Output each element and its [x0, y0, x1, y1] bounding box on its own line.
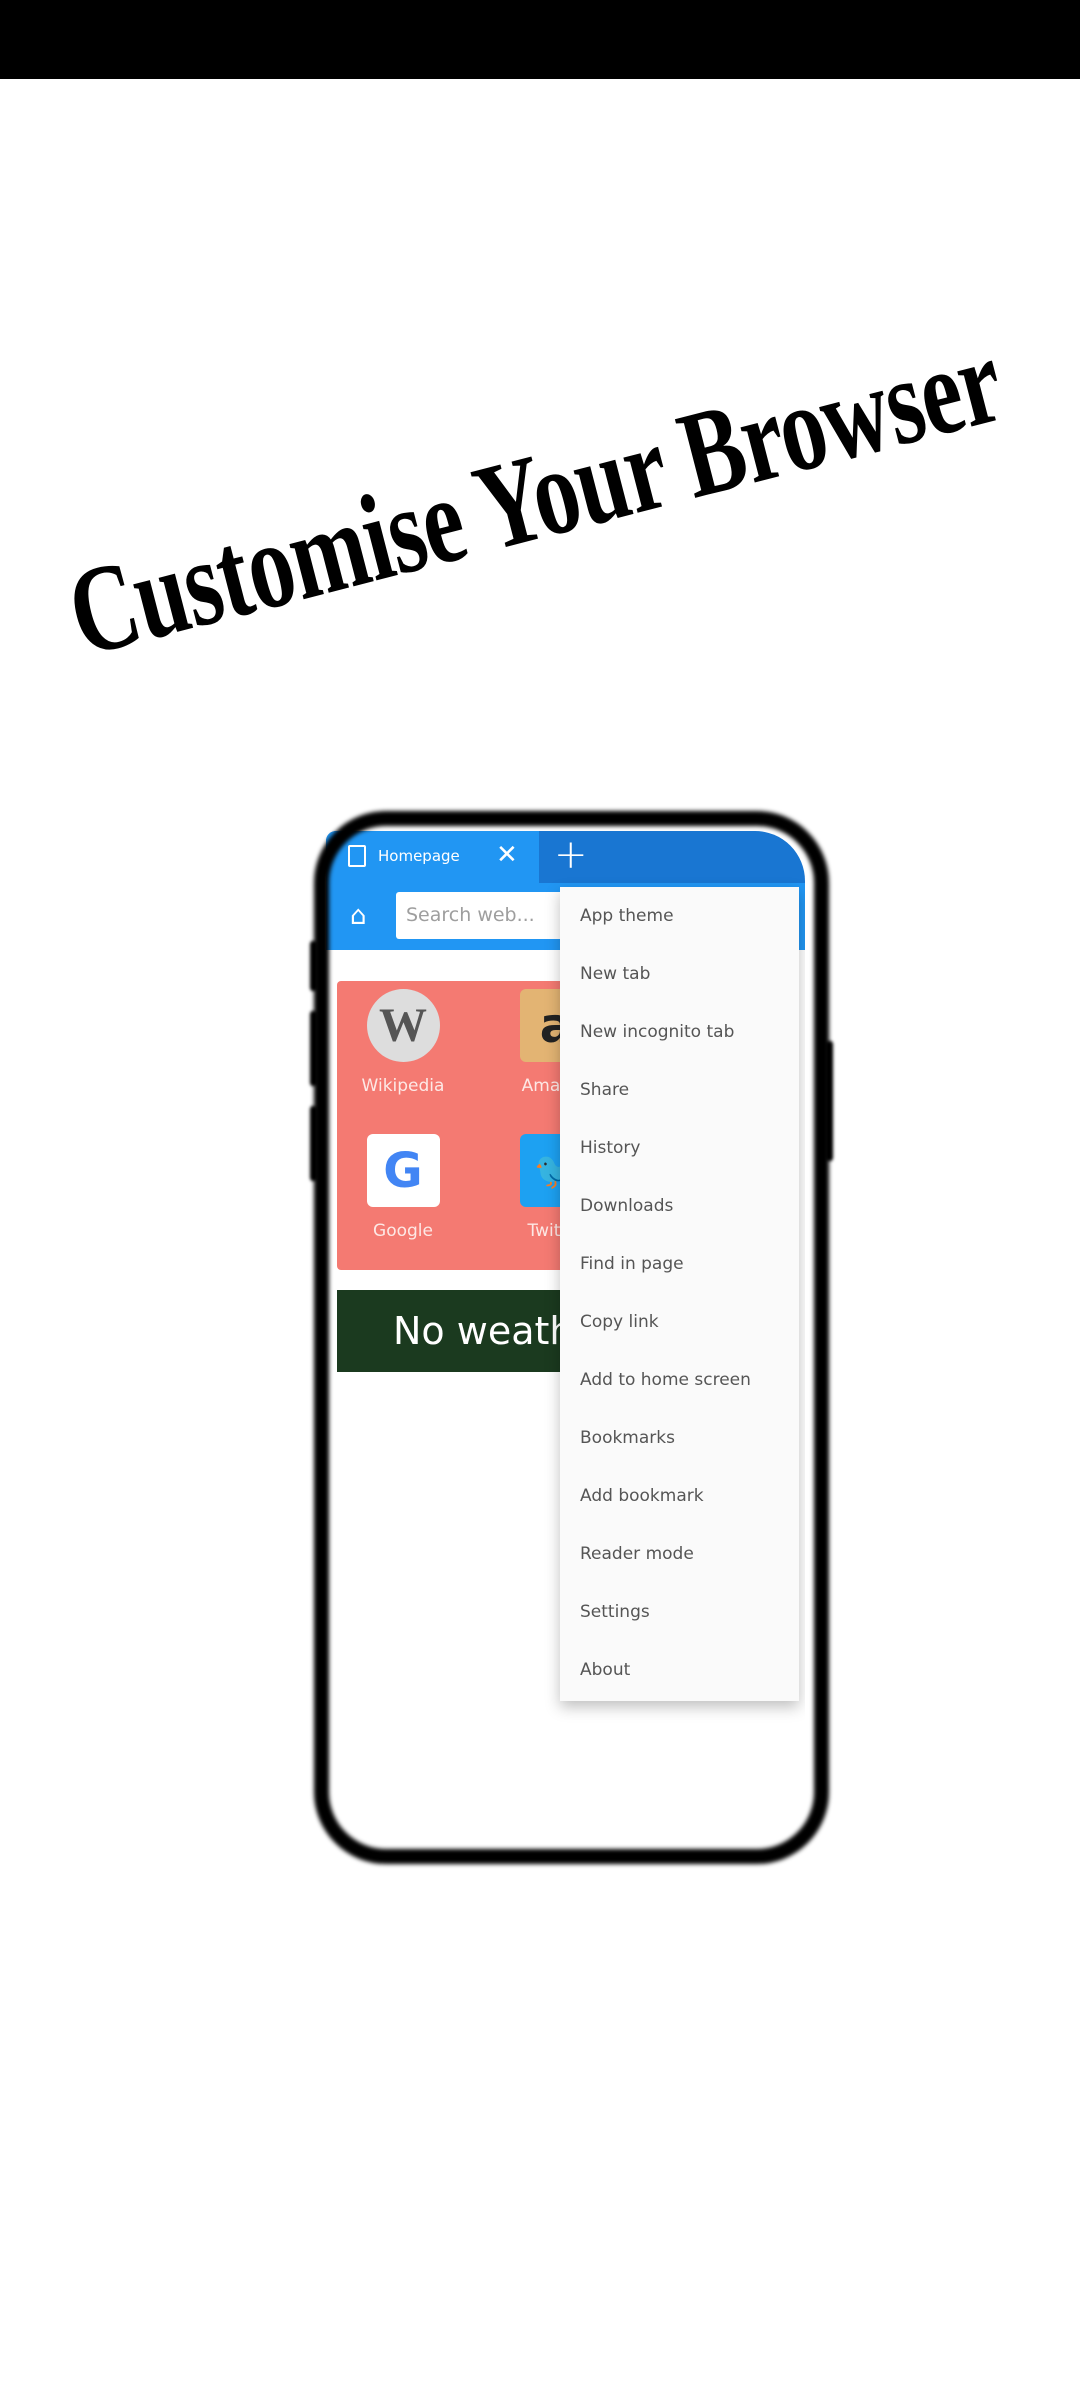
status-bar — [0, 0, 1080, 79]
headline: Customise Your Browser — [55, 310, 1015, 683]
phone-mockup: Homepage ✕ + ⌂ Search web... W Wikipedia… — [310, 811, 833, 1864]
phone-frame — [314, 811, 829, 1864]
